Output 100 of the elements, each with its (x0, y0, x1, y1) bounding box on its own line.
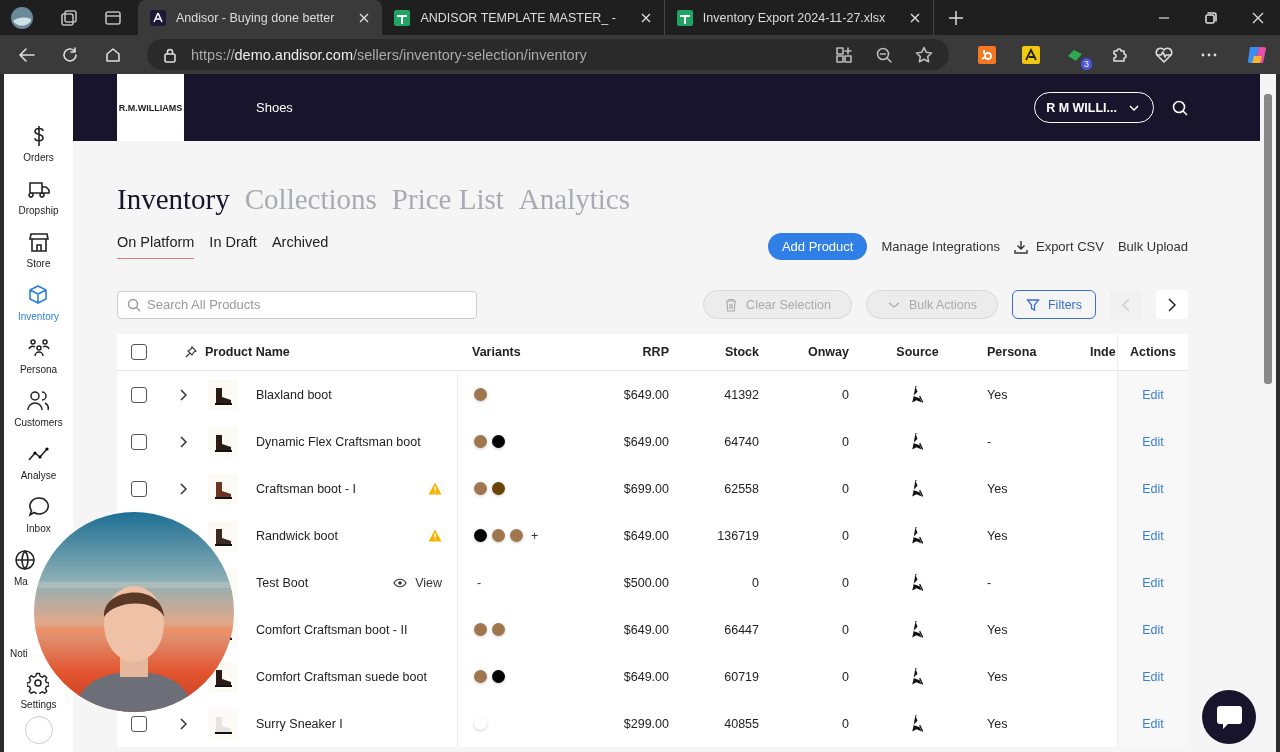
zoom-out-icon[interactable] (875, 45, 893, 64)
close-icon[interactable] (639, 11, 652, 24)
close-icon[interactable] (909, 11, 922, 24)
view-link[interactable]: View (393, 575, 442, 590)
caret-icon (1129, 104, 1139, 111)
more-text: + (531, 528, 539, 543)
stock-count: 62558 (724, 481, 759, 496)
onway-count: 0 (842, 387, 849, 402)
stock-count: 60719 (724, 669, 759, 684)
edit-link[interactable]: Edit (1142, 669, 1164, 684)
product-name: Blaxland boot (256, 387, 332, 402)
brand-logo: R.M.WILLIAMS (118, 102, 183, 113)
trash-icon (724, 297, 739, 312)
action-link[interactable]: Manage Integrations (881, 239, 1000, 254)
puzzle-icon[interactable] (1110, 45, 1128, 64)
onway-count: 0 (842, 716, 849, 731)
price: $649.00 (623, 528, 669, 543)
browser-tab[interactable]: Andisor - Buying done better (138, 0, 383, 35)
reload-icon[interactable] (61, 45, 79, 64)
persona-value: Yes (987, 716, 1008, 731)
product-name: Dynamic Flex Craftsman boot (256, 434, 421, 449)
tab[interactable]: In Draft (209, 234, 257, 259)
export-button[interactable]: Export CSV (1013, 239, 1104, 254)
chevron-right-icon[interactable] (179, 388, 187, 401)
price: $699.00 (623, 481, 669, 496)
address-field[interactable]: https://demo.andisor.com/sellers/inventory-selection/inventory (147, 39, 949, 70)
search-icon[interactable] (1172, 99, 1188, 116)
checkbox[interactable] (131, 433, 147, 450)
stock-count: 41392 (724, 387, 759, 402)
edit-link[interactable]: Edit (1142, 528, 1164, 543)
price: $649.00 (623, 434, 669, 449)
price: $649.00 (623, 669, 669, 684)
section-tab[interactable]: Inventory (117, 183, 230, 216)
users-icon (27, 390, 50, 412)
chat-bubble-icon (1214, 703, 1244, 731)
persona-value: Yes (987, 528, 1008, 543)
column-header: Source (896, 345, 939, 359)
source-logo-icon (912, 668, 923, 685)
source-logo-icon (912, 527, 923, 544)
new-tab-icon[interactable] (948, 9, 965, 26)
source-logo-icon (912, 386, 923, 403)
collections-icon[interactable] (60, 8, 78, 27)
extension-icon[interactable] (978, 45, 996, 64)
close-icon[interactable] (358, 11, 371, 24)
badge: 3 (1081, 57, 1092, 70)
column-header: Product Name (205, 345, 290, 359)
health-icon[interactable] (1154, 45, 1174, 64)
sidebar-item[interactable]: Orders (23, 125, 54, 178)
tab[interactable]: On Platform (117, 234, 195, 259)
source-logo-icon (912, 715, 923, 732)
home-icon[interactable] (104, 45, 122, 64)
edit-link[interactable]: Edit (1142, 622, 1164, 637)
sidebar-item[interactable]: Store (26, 231, 51, 284)
product-name: Test Boot (256, 575, 309, 590)
sidebar-item[interactable]: Dropship (18, 178, 59, 231)
add-product-button[interactable]: Add Product (767, 233, 868, 260)
action-link[interactable]: Bulk Upload (1117, 239, 1188, 254)
sidebar-item[interactable]: Inventory (17, 284, 60, 337)
sidebar-toggle-icon[interactable] (104, 8, 122, 27)
checkbox[interactable] (131, 480, 147, 497)
persona-value: Yes (987, 387, 1008, 402)
tab[interactable]: Archived (271, 234, 329, 259)
persona-value: Yes (987, 669, 1008, 684)
back-icon[interactable] (18, 45, 36, 64)
edit-link[interactable]: Edit (1142, 481, 1164, 496)
chevron-right-icon[interactable] (179, 482, 187, 495)
checkbox[interactable] (131, 344, 147, 360)
box-icon (27, 284, 50, 306)
chevron-right-icon[interactable] (179, 435, 187, 448)
edit-link[interactable]: Edit (1142, 387, 1164, 402)
source-logo-icon (912, 621, 923, 638)
persona-value: - (987, 575, 992, 590)
toolbar-button[interactable]: Filters (1011, 290, 1096, 319)
extension-icon[interactable] (1022, 45, 1040, 64)
apps-icon[interactable] (835, 45, 853, 64)
next-page-button[interactable] (1156, 290, 1188, 319)
stock-count: 136719 (717, 528, 759, 543)
sidebar-item[interactable]: Noti (10, 609, 28, 659)
lock-icon (163, 46, 177, 63)
sidebar-item[interactable]: Ma (14, 549, 36, 609)
checkbox[interactable] (131, 386, 147, 403)
edit-link[interactable]: Edit (1142, 716, 1164, 731)
search-field[interactable]: Search All Products (117, 290, 477, 319)
chevron-right-icon[interactable] (179, 717, 187, 730)
stock-count: 0 (752, 575, 759, 590)
nav-link[interactable]: Shoes (256, 100, 293, 115)
site-icon (150, 9, 166, 26)
restore-icon[interactable] (1205, 11, 1217, 24)
sidebar-item[interactable]: Customers (14, 390, 63, 443)
onway-count: 0 (842, 434, 849, 449)
source-logo-icon (912, 433, 923, 450)
sidebar-item[interactable]: Analyse (20, 443, 57, 496)
edit-link[interactable]: Edit (1142, 575, 1164, 590)
sidebar-item[interactable]: Persona (19, 337, 58, 390)
checkbox[interactable] (131, 715, 147, 732)
edit-link[interactable]: Edit (1142, 434, 1164, 449)
star-icon[interactable] (915, 45, 933, 64)
close-icon[interactable] (1252, 11, 1264, 24)
profile-icon[interactable] (10, 5, 34, 30)
column-header: Onway (808, 345, 849, 359)
